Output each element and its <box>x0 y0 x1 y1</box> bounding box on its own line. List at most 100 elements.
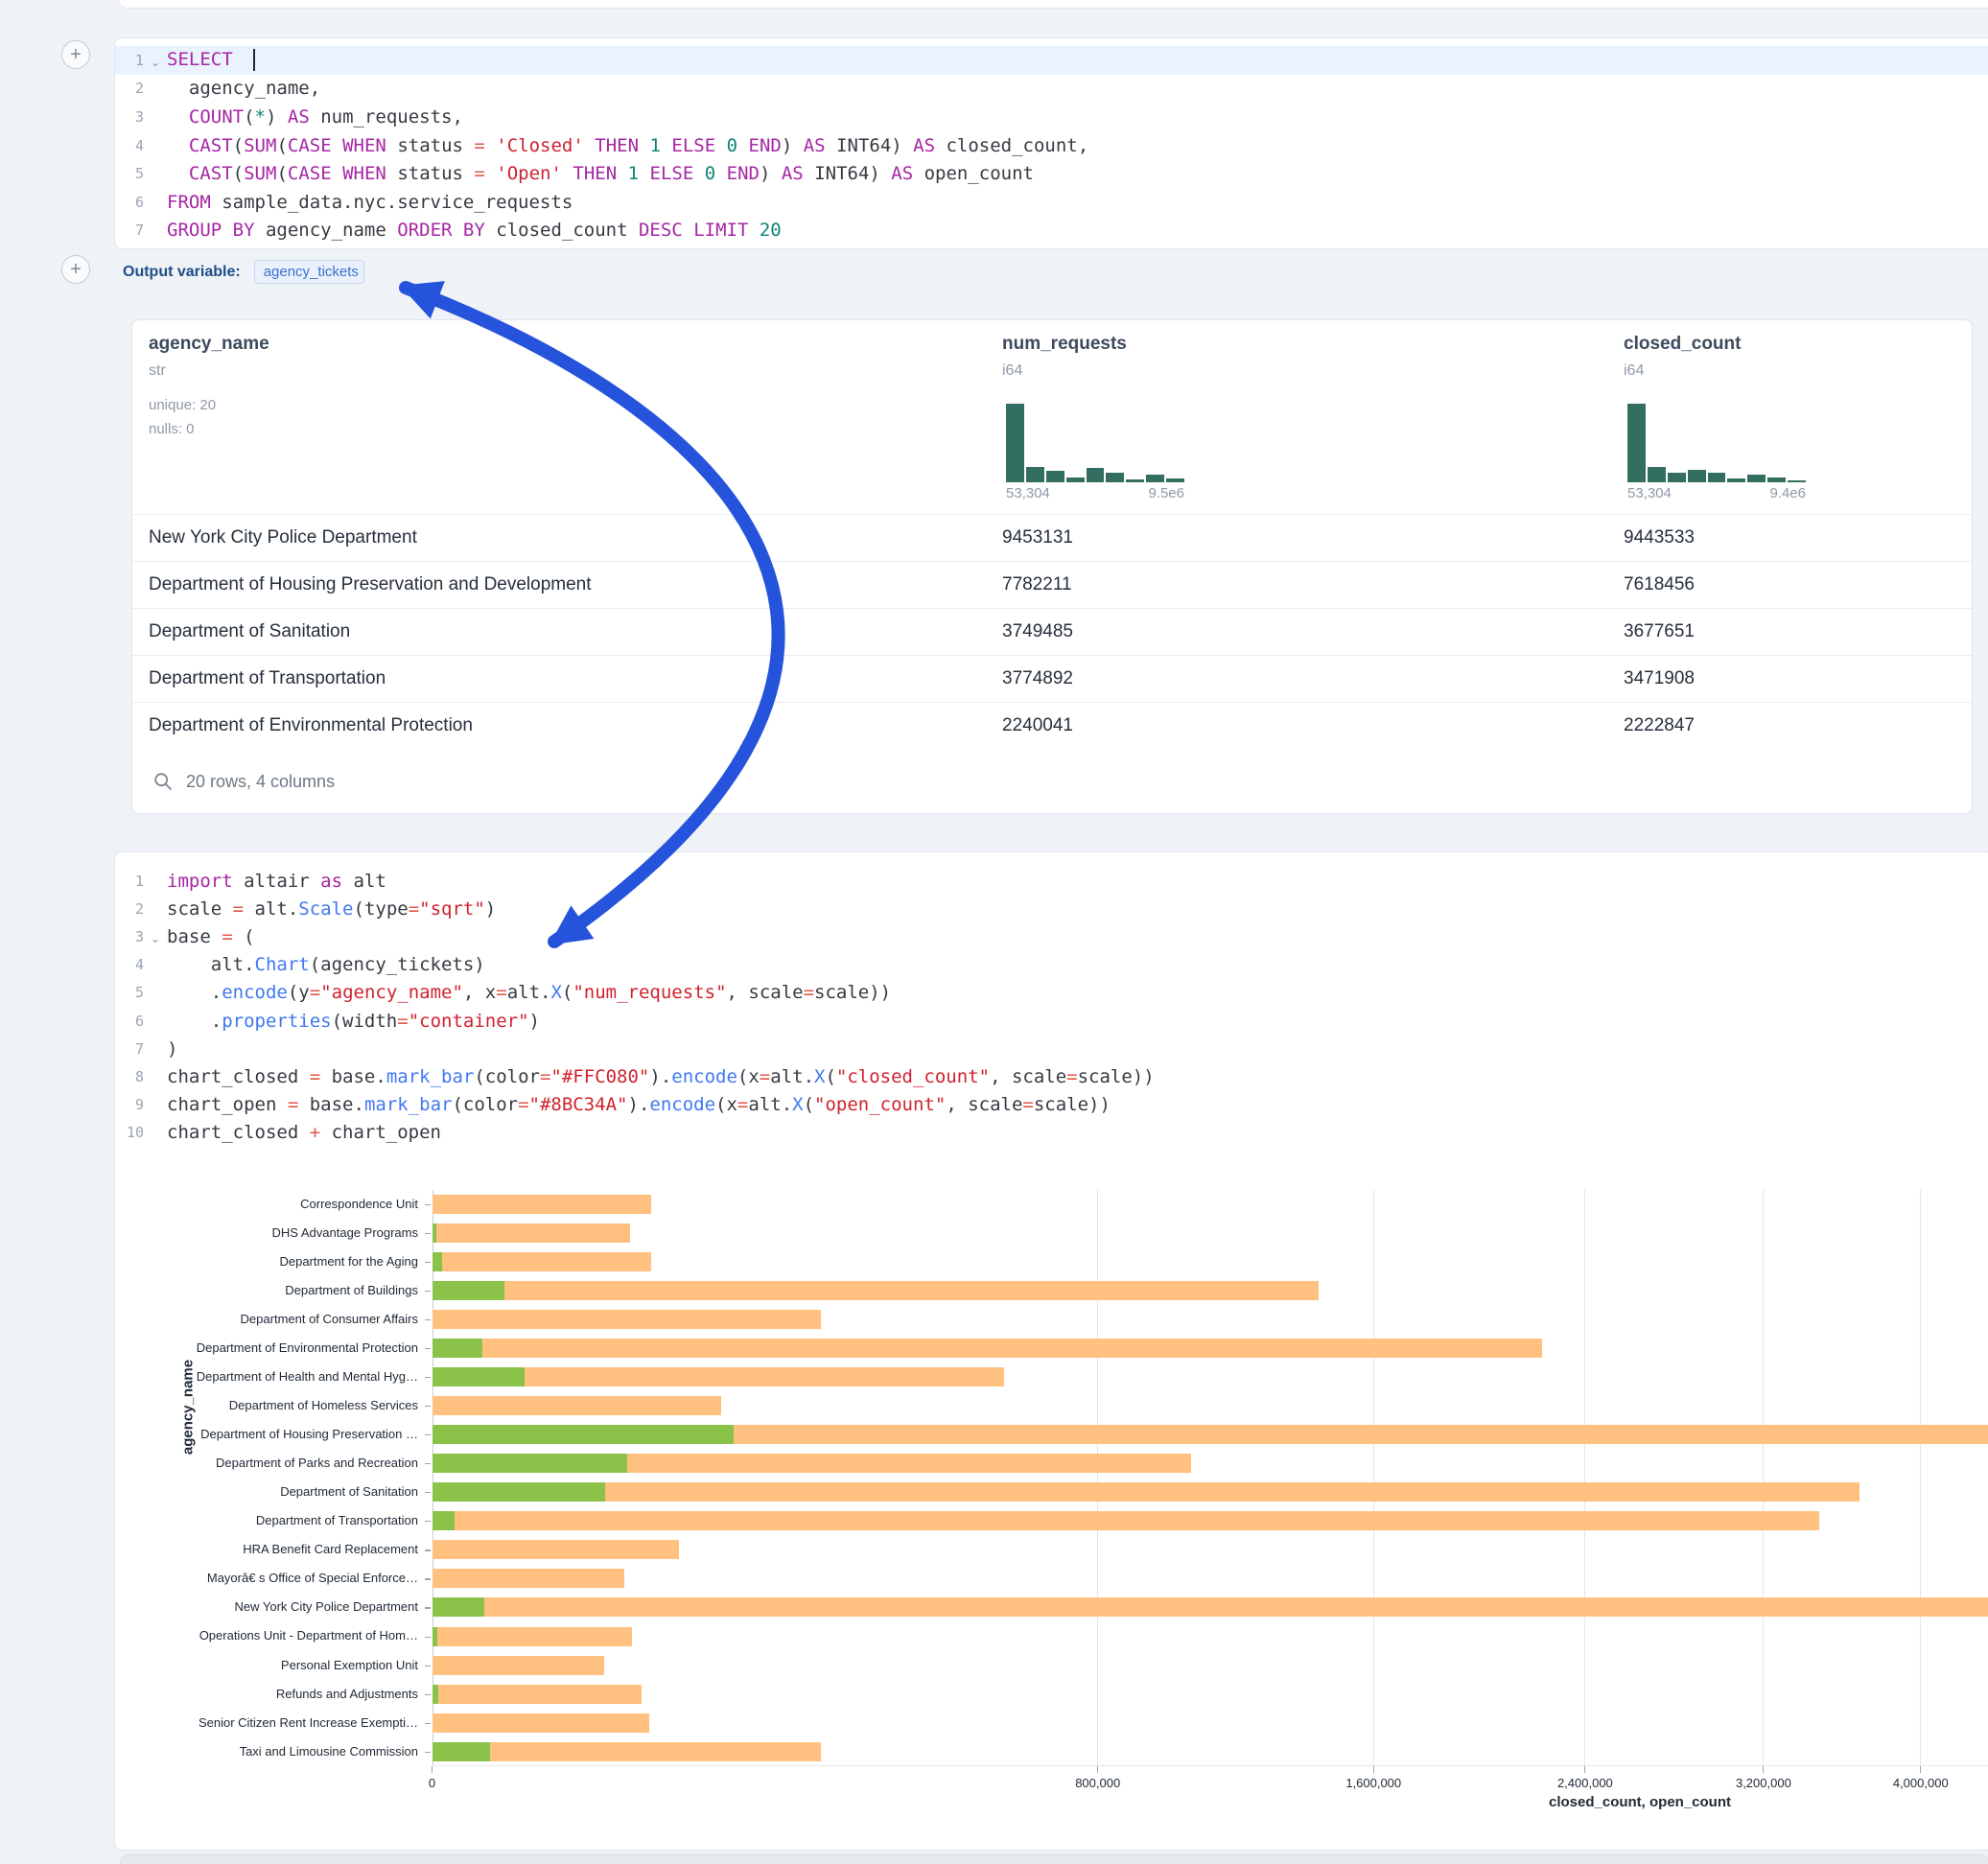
line-number: 5 <box>115 165 144 182</box>
open-count-bar[interactable] <box>433 1627 437 1646</box>
closed-count-bar[interactable] <box>433 1742 822 1761</box>
closed-count-bar[interactable] <box>433 1252 652 1271</box>
open-count-bar[interactable] <box>433 1252 443 1271</box>
closed-count-bar[interactable] <box>433 1627 633 1646</box>
open-count-bar[interactable] <box>433 1482 605 1502</box>
row-count-text: 20 rows, 4 columns <box>186 772 335 792</box>
search-icon[interactable] <box>153 772 173 791</box>
x-axis-tick-label: 800,000 <box>1031 1776 1165 1790</box>
column-header-agency-name[interactable]: agency_name <box>149 334 269 355</box>
y-axis-label: DHS Advantage Programs <box>153 1219 418 1247</box>
code-line[interactable]: 4 alt.Chart(agency_tickets) <box>115 951 1988 979</box>
code-line[interactable]: 10chart_closed + chart_open <box>115 1119 1988 1147</box>
closed-count-bar[interactable] <box>433 1223 631 1243</box>
closed-count-bar[interactable] <box>433 1511 1819 1530</box>
fold-spacer <box>144 879 167 883</box>
y-axis-tick <box>425 1637 431 1638</box>
column-header-closed-count[interactable]: closed_count <box>1624 334 1741 355</box>
open-count-bar[interactable] <box>433 1742 491 1761</box>
histogram-bar <box>1046 471 1064 482</box>
table-cell: Department of Transportation <box>149 668 386 689</box>
code-text: alt.Chart(agency_tickets) <box>167 954 485 975</box>
table-cell: Department of Housing Preservation and D… <box>149 574 592 595</box>
closed-count-bar[interactable] <box>433 1195 652 1214</box>
closed-count-bar[interactable] <box>433 1310 822 1329</box>
line-number: 8 <box>115 1068 144 1085</box>
histogram-bar <box>1648 467 1666 482</box>
next-cell-edge <box>120 1854 1988 1864</box>
python-cell: 1import altair as alt2scale = alt.Scale(… <box>114 851 1988 1851</box>
python-code-editor[interactable]: 1import altair as alt2scale = alt.Scale(… <box>115 867 1988 1147</box>
y-axis-tick <box>425 1204 431 1205</box>
sql-code-editor[interactable]: 1⌄SELECT 2 agency_name,3 COUNT(*) AS num… <box>115 46 1988 245</box>
column-type-closed-count: i64 <box>1624 362 1644 380</box>
code-line[interactable]: 5 CAST(SUM(CASE WHEN status = 'Open' THE… <box>115 159 1988 188</box>
code-text: agency_name, <box>167 78 320 99</box>
fold-chevron-icon[interactable]: ⌄ <box>144 52 167 69</box>
open-count-bar[interactable] <box>433 1281 504 1300</box>
table-cell: 9453131 <box>1002 527 1073 548</box>
fold-spacer <box>144 907 167 911</box>
y-axis-tick <box>425 1348 431 1349</box>
closed-count-bar[interactable] <box>433 1396 722 1415</box>
output-variable-chip[interactable]: agency_tickets <box>254 260 364 284</box>
histogram-bar <box>1106 473 1124 482</box>
y-axis-label: HRA Benefit Card Replacement <box>153 1535 418 1564</box>
open-count-bar[interactable] <box>433 1425 734 1444</box>
open-count-bar[interactable] <box>433 1511 455 1530</box>
closed-count-bar[interactable] <box>433 1713 649 1733</box>
column-meta-unique: unique: 20 <box>149 397 216 413</box>
closed-count-bar[interactable] <box>433 1597 1988 1617</box>
open-count-bar[interactable] <box>433 1597 484 1617</box>
code-line[interactable]: 7GROUP BY agency_name ORDER BY closed_co… <box>115 217 1988 245</box>
closed-count-bar[interactable] <box>433 1339 1542 1358</box>
y-axis-tick <box>425 1607 431 1608</box>
closed-count-bar[interactable] <box>433 1540 679 1559</box>
closed-count-bar[interactable] <box>433 1482 1859 1502</box>
histogram-min-label: 53,304 <box>1627 485 1672 501</box>
closed-count-bar[interactable] <box>433 1685 642 1704</box>
open-count-bar[interactable] <box>433 1685 438 1704</box>
code-line[interactable]: 2 agency_name, <box>115 75 1988 104</box>
code-line[interactable]: 1import altair as alt <box>115 867 1988 895</box>
code-line[interactable]: 7) <box>115 1035 1988 1062</box>
code-line[interactable]: 5 .encode(y="agency_name", x=alt.X("num_… <box>115 979 1988 1007</box>
code-line[interactable]: 9chart_open = base.mark_bar(color="#8BC3… <box>115 1091 1988 1119</box>
code-line[interactable]: 8chart_closed = base.mark_bar(color="#FF… <box>115 1062 1988 1090</box>
open-count-bar[interactable] <box>433 1339 483 1358</box>
open-count-bar[interactable] <box>433 1223 436 1243</box>
fold-spacer <box>144 990 167 994</box>
code-line[interactable]: 4 CAST(SUM(CASE WHEN status = 'Closed' T… <box>115 131 1988 160</box>
code-line[interactable]: 3⌄base = ( <box>115 922 1988 950</box>
code-line[interactable]: 2scale = alt.Scale(type="sqrt") <box>115 895 1988 922</box>
code-line[interactable]: 6FROM sample_data.nyc.service_requests <box>115 188 1988 217</box>
add-cell-button-top[interactable]: + <box>61 40 90 69</box>
y-axis-tick <box>425 1694 431 1695</box>
y-axis-label: New York City Police Department <box>153 1593 418 1621</box>
closed-count-bar[interactable] <box>433 1281 1320 1300</box>
chart-y-axis-labels: Correspondence UnitDHS Advantage Program… <box>153 1190 418 1767</box>
y-axis-label: Department of Transportation <box>153 1506 418 1535</box>
closed-count-bar[interactable] <box>433 1569 625 1588</box>
histogram-bar <box>1026 467 1044 482</box>
y-axis-label: Taxi and Limousine Commission <box>153 1737 418 1766</box>
y-axis-label: Mayorâ€ s Office of Special Enforce… <box>153 1564 418 1593</box>
code-line[interactable]: 3 COUNT(*) AS num_requests, <box>115 103 1988 131</box>
closed-count-bar[interactable] <box>433 1656 604 1675</box>
code-text: GROUP BY agency_name ORDER BY closed_cou… <box>167 220 782 241</box>
code-line[interactable]: 1⌄SELECT <box>115 46 1988 75</box>
fold-spacer <box>144 963 167 967</box>
column-header-num-requests[interactable]: num_requests <box>1002 334 1127 355</box>
histogram-bar <box>1747 475 1766 482</box>
table-row: Department of Housing Preservation and D… <box>132 561 1972 608</box>
open-count-bar[interactable] <box>433 1454 628 1473</box>
fold-spacer <box>144 86 167 90</box>
notebook-page: + + 1⌄SELECT 2 agency_name,3 COUNT(*) AS… <box>0 0 1988 1864</box>
code-line[interactable]: 6 .properties(width="container") <box>115 1007 1988 1035</box>
line-number: 4 <box>115 137 144 154</box>
x-axis-tick <box>1097 1766 1098 1773</box>
fold-chevron-icon[interactable]: ⌄ <box>144 928 167 945</box>
line-number: 1 <box>115 52 144 69</box>
open-count-bar[interactable] <box>433 1367 526 1386</box>
add-cell-button-middle[interactable]: + <box>61 255 90 284</box>
